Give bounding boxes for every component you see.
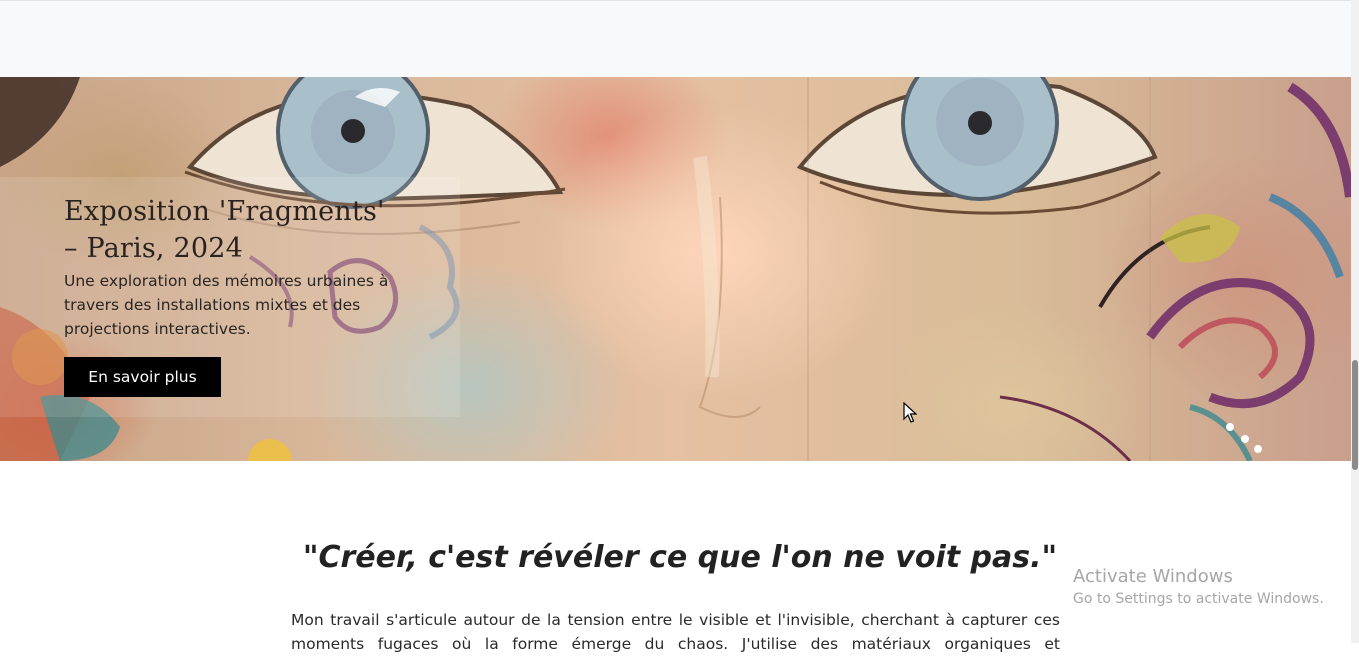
mouse-pointer-icon: [903, 402, 917, 423]
watermark-subtitle: Go to Settings to activate Windows.: [1073, 591, 1324, 607]
exhibition-description: Une exploration des mémoires urbaines à …: [64, 272, 389, 338]
learn-more-button[interactable]: En savoir plus: [64, 357, 221, 397]
exhibition-title: Exposition 'Fragments' – Paris, 2024: [64, 196, 385, 264]
top-section-background: [0, 0, 1351, 77]
activate-windows-watermark: Activate Windows Go to Settings to activ…: [1073, 565, 1324, 609]
exhibition-hero: Exposition 'Fragments' – Paris, 2024 Une…: [0, 77, 1351, 461]
watermark-title: Activate Windows: [1073, 566, 1233, 587]
artist-statement-paragraph: Mon travail s'articule autour de la tens…: [291, 611, 1060, 653]
artist-quote: "Créer, c'est révéler ce que l'on ne voi…: [302, 540, 1058, 575]
scrollbar-thumb[interactable]: [1352, 360, 1358, 470]
page-scrollbar[interactable]: [1351, 0, 1359, 643]
